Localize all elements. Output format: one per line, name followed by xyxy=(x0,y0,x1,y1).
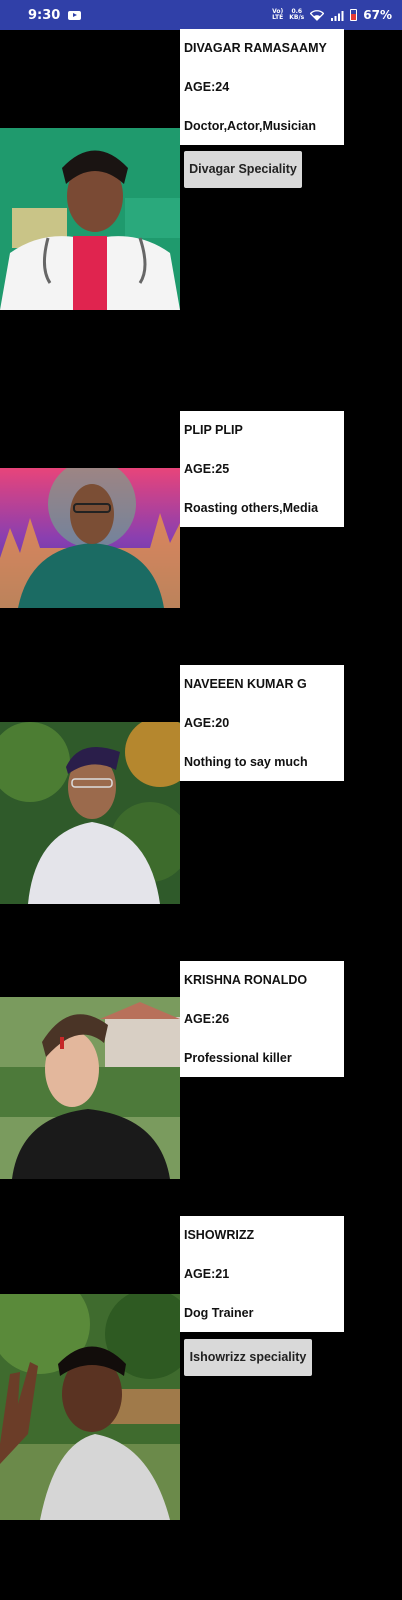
status-bar: 9:30 Vo) LTE 0.6 KB/s 67% xyxy=(0,0,402,30)
profile-age: AGE:24 xyxy=(184,80,230,94)
profile-info: KRISHNA RONALDO AGE:26 Professional kill… xyxy=(180,961,344,1077)
youtube-icon xyxy=(68,10,82,20)
profile-name: KRISHNA RONALDO xyxy=(184,973,308,987)
profile-info: DIVAGAR RAMASAAMY AGE:24 Doctor,Actor,Mu… xyxy=(180,29,344,145)
profile-photo xyxy=(0,722,180,904)
profile-name: NAVEEEN KUMAR G xyxy=(184,677,307,691)
profile-specialty: Doctor,Actor,Musician xyxy=(184,119,316,133)
profile-name: PLIP PLIP xyxy=(184,423,243,437)
divagar-speciality-button[interactable]: Divagar Speciality xyxy=(184,151,302,188)
profile-info: ISHOWRIZZ AGE:21 Dog Trainer xyxy=(180,1216,344,1332)
profile-photo xyxy=(0,128,180,310)
battery-icon xyxy=(350,9,358,21)
status-time: 9:30 xyxy=(28,7,61,23)
profile-age: AGE:21 xyxy=(184,1267,230,1281)
wifi-icon xyxy=(310,9,325,21)
profile-age: AGE:26 xyxy=(184,1012,230,1026)
profile-age: AGE:20 xyxy=(184,716,230,730)
profile-info: PLIP PLIP AGE:25 Roasting others,Media xyxy=(180,411,344,527)
ishowrizz-speciality-button[interactable]: Ishowrizz speciality xyxy=(184,1339,312,1376)
profile-photo xyxy=(0,1294,180,1520)
profile-photo xyxy=(0,997,180,1179)
status-icons: Vo) LTE 0.6 KB/s 67% xyxy=(272,8,392,22)
profile-info: NAVEEEN KUMAR G AGE:20 Nothing to say mu… xyxy=(180,665,344,781)
profile-photo xyxy=(0,468,180,608)
profile-age: AGE:25 xyxy=(184,462,230,476)
profile-specialty: Professional killer xyxy=(184,1051,292,1065)
profile-specialty: Roasting others,Media xyxy=(184,501,319,515)
signal-icon xyxy=(331,10,344,21)
profile-name: DIVAGAR RAMASAAMY xyxy=(184,41,327,55)
network-speed: 0.6 KB/s xyxy=(289,8,305,21)
battery-percent: 67% xyxy=(363,8,392,22)
volte-indicator: Vo) LTE xyxy=(272,8,284,21)
profile-specialty: Dog Trainer xyxy=(184,1306,254,1320)
profile-name: ISHOWRIZZ xyxy=(184,1228,255,1242)
profile-specialty: Nothing to say much xyxy=(184,755,308,769)
